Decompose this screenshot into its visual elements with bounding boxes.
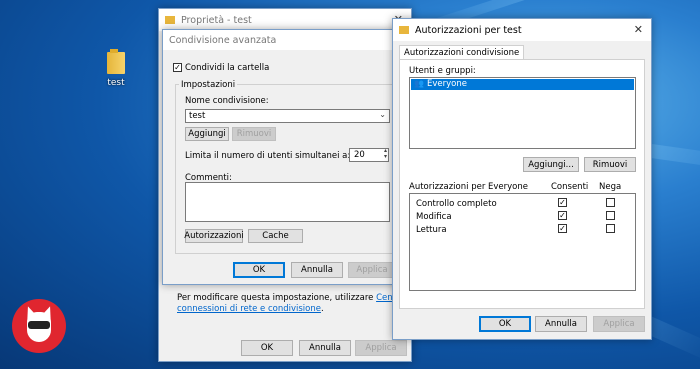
allow-column-header: Consenti: [551, 182, 589, 192]
cache-button[interactable]: Cache: [248, 229, 303, 243]
share-folder-label: Condividi la cartella: [185, 63, 270, 73]
settings-group-label: Impostazioni: [179, 80, 238, 90]
permissions-cancel-button[interactable]: Annulla: [535, 316, 587, 332]
brand-logo: [12, 299, 66, 353]
permissions-apply-button[interactable]: Applica: [593, 316, 645, 332]
logo-mask: [28, 321, 50, 329]
permission-name: Controllo completo: [416, 199, 497, 209]
allow-full-control-checkbox[interactable]: ✓: [558, 198, 567, 207]
tab-share-permissions[interactable]: Autorizzazioni condivisione: [399, 45, 525, 60]
folder-icon: [165, 16, 175, 24]
permissions-list: Controllo completo ✓ Modifica ✓ Lettura …: [409, 193, 636, 291]
spinner-arrows-icon[interactable]: ▴ ▾: [384, 148, 387, 160]
folder-icon: [107, 49, 125, 74]
permissions-window: Autorizzazioni per test ✕ Autorizzazioni…: [392, 18, 652, 340]
allow-read-checkbox[interactable]: ✓: [558, 224, 567, 233]
advanced-sharing-title: Condivisione avanzata: [169, 34, 277, 46]
network-center-link-b[interactable]: connessioni di rete e condivisione: [177, 304, 321, 314]
permissions-title: Autorizzazioni per test: [415, 24, 522, 36]
properties-title: Proprietà - test: [181, 14, 252, 26]
properties-titlebar[interactable]: Proprietà - test ✕: [159, 9, 411, 31]
advanced-sharing-titlebar[interactable]: Condivisione avanzata: [163, 30, 399, 50]
properties-info-text: Per modificare questa impostazione, util…: [177, 293, 405, 314]
share-name-combobox[interactable]: test ⌄: [185, 109, 390, 123]
folder-icon: [399, 26, 409, 34]
comments-textarea[interactable]: [185, 182, 390, 222]
properties-ok-button[interactable]: OK: [241, 340, 293, 356]
chevron-down-icon: ⌄: [379, 110, 386, 119]
deny-full-control-checkbox[interactable]: [606, 198, 615, 207]
deny-column-header: Nega: [599, 182, 622, 192]
users-listbox[interactable]: 👥 Everyone: [409, 77, 636, 149]
close-icon[interactable]: ✕: [634, 23, 643, 36]
advanced-apply-button[interactable]: Applica: [348, 262, 396, 278]
limit-users-value: 20: [354, 150, 365, 160]
advanced-cancel-button[interactable]: Annulla: [291, 262, 343, 278]
add-share-button[interactable]: Aggiungi: [185, 127, 229, 141]
share-folder-checkbox[interactable]: ✓: [173, 63, 182, 72]
desktop-folder-label: test: [107, 78, 125, 88]
advanced-ok-button[interactable]: OK: [233, 262, 285, 278]
properties-cancel-button[interactable]: Annulla: [299, 340, 351, 356]
properties-apply-button[interactable]: Applica: [355, 340, 407, 356]
permissions-button[interactable]: Autorizzazioni: [184, 229, 244, 243]
users-groups-label: Utenti e gruppi:: [409, 66, 476, 76]
share-name-value: test: [189, 111, 206, 121]
permissions-ok-button[interactable]: OK: [479, 316, 531, 332]
deny-modify-checkbox[interactable]: [606, 211, 615, 220]
add-user-button[interactable]: Aggiungi...: [523, 157, 579, 172]
users-list-item[interactable]: 👥 Everyone: [411, 79, 634, 90]
permission-name: Lettura: [416, 225, 447, 235]
users-group-icon: 👥: [414, 79, 424, 88]
permission-name: Modifica: [416, 212, 452, 222]
limit-users-label: Limita il numero di utenti simultanei a:: [185, 151, 351, 161]
permissions-for-label: Autorizzazioni per Everyone: [409, 182, 528, 192]
desktop-folder-icon[interactable]: test: [96, 49, 136, 88]
share-name-label: Nome condivisione:: [185, 96, 269, 106]
remove-share-button[interactable]: Rimuovi: [232, 127, 276, 141]
user-name: Everyone: [427, 79, 467, 89]
allow-modify-checkbox[interactable]: ✓: [558, 211, 567, 220]
tab-label: Autorizzazioni condivisione: [404, 48, 520, 58]
permissions-titlebar[interactable]: Autorizzazioni per test ✕: [393, 19, 651, 41]
remove-user-button[interactable]: Rimuovi: [584, 157, 636, 172]
deny-read-checkbox[interactable]: [606, 224, 615, 233]
limit-users-spinner[interactable]: 20 ▴ ▾: [349, 148, 389, 162]
advanced-sharing-window: Condivisione avanzata ✓ Condividi la car…: [162, 29, 400, 285]
